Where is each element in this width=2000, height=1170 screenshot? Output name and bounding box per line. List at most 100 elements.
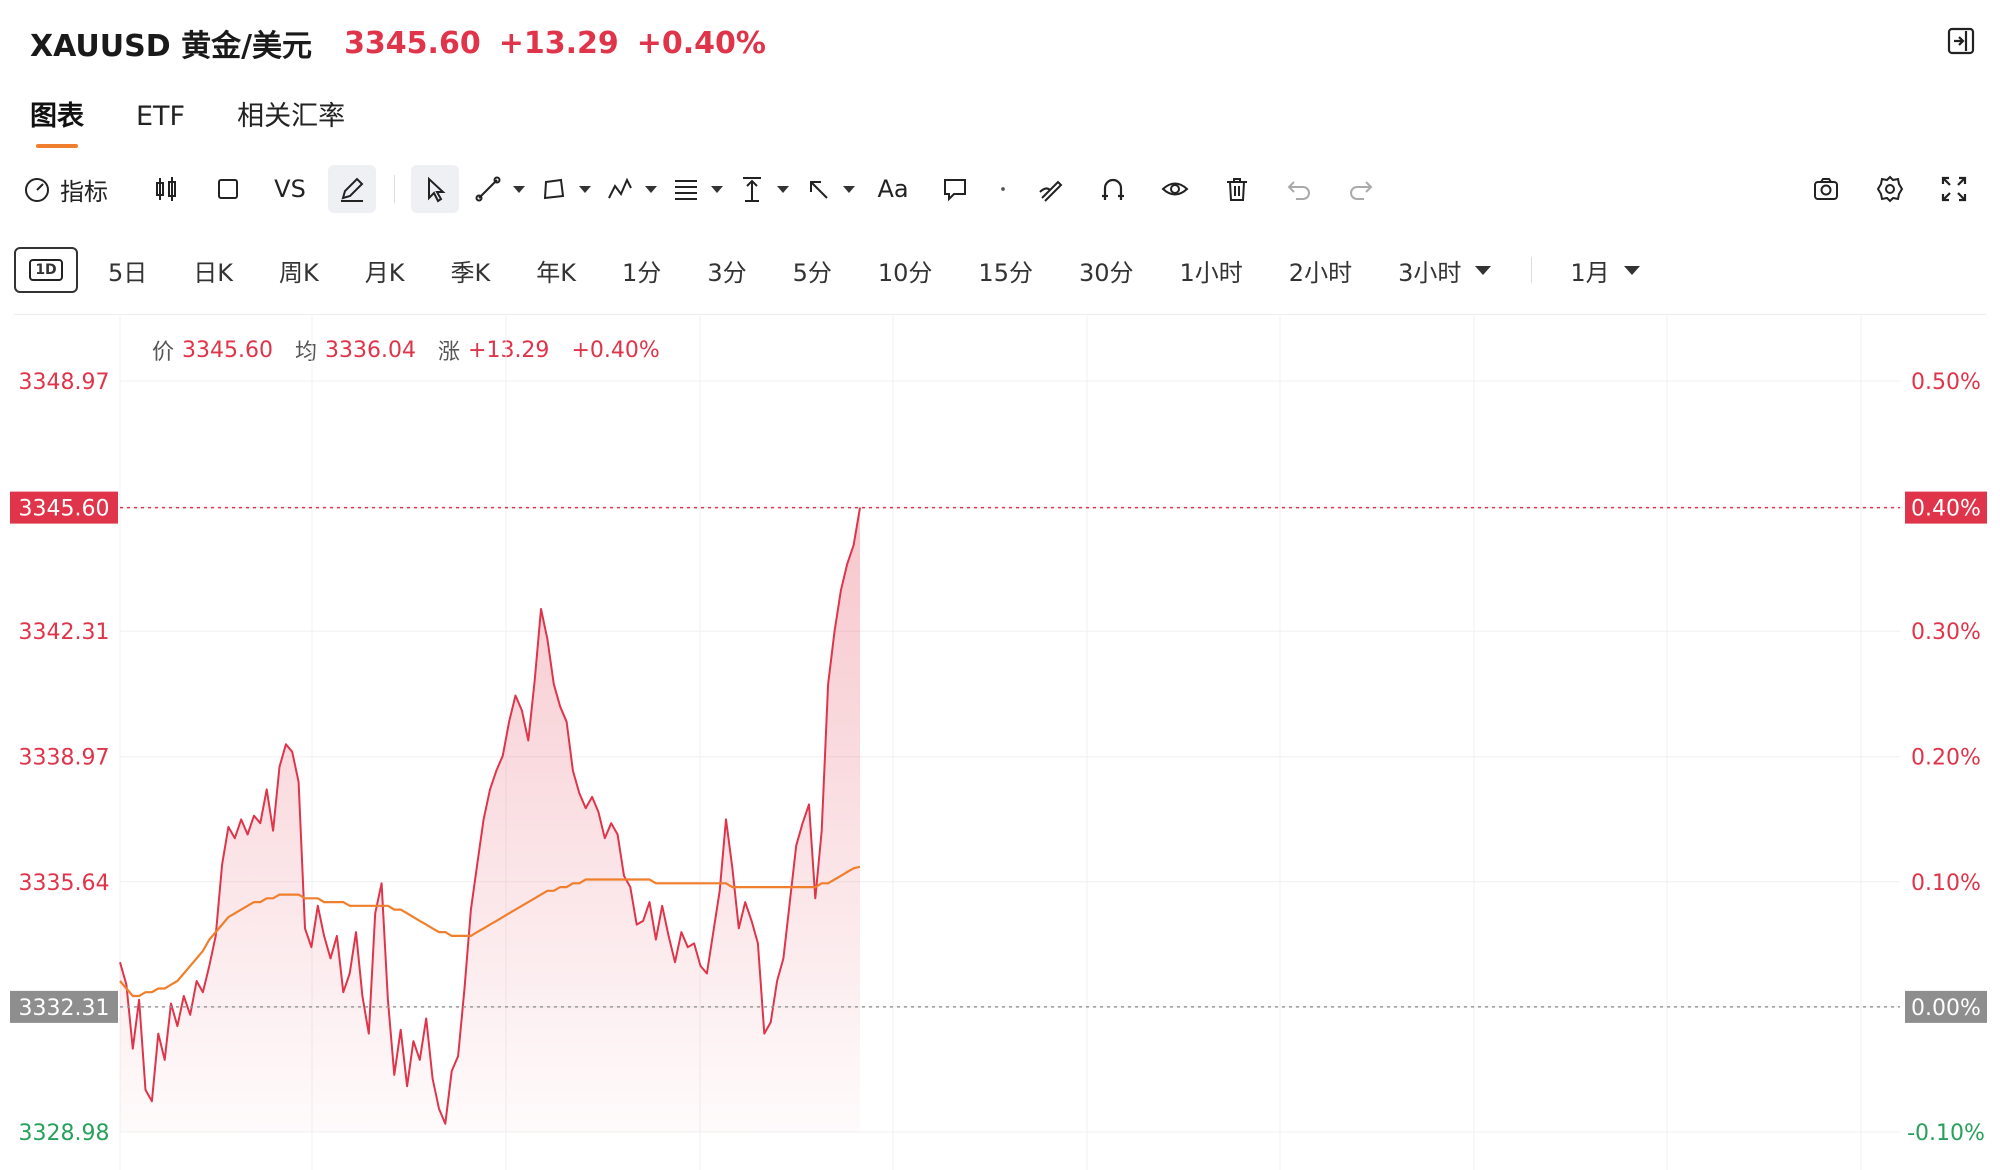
measure-icon [743, 177, 761, 202]
trend-line-tool[interactable] [473, 165, 525, 213]
settings-button[interactable] [1866, 165, 1914, 213]
period-10min[interactable]: 10分 [878, 253, 933, 288]
draw-toggle-button[interactable] [328, 165, 376, 213]
gauge-icon [25, 178, 49, 202]
cursor-tool[interactable] [411, 165, 459, 213]
undo-button[interactable] [1275, 165, 1323, 213]
intraday-badge: 1D [29, 259, 63, 281]
chevron-down-icon [579, 185, 591, 193]
period-2h[interactable]: 2小时 [1289, 253, 1352, 288]
quote-header: XAUUSD 黄金/美元 3345.60 +13.29 +0.40% [30, 18, 766, 68]
shape-tool[interactable] [539, 165, 591, 213]
delete-tool[interactable] [1213, 165, 1261, 213]
square-icon [218, 179, 238, 199]
tab-related-fx[interactable]: 相关汇率 [237, 92, 345, 142]
symbol-title: XAUUSD 黄金/美元 [30, 29, 313, 64]
dot-icon [1001, 187, 1005, 191]
vs-label: VS [274, 175, 306, 203]
period-1h[interactable]: 1小时 [1180, 253, 1243, 288]
chevron-down-icon [1475, 265, 1492, 275]
collapse-panel-icon [1947, 27, 1975, 55]
y-axis-label-left: 3332.31 [19, 996, 110, 1021]
comment-icon [944, 179, 966, 202]
period-30min[interactable]: 30分 [1079, 253, 1134, 288]
arrow-icon [810, 181, 828, 199]
redo-icon [1350, 181, 1373, 200]
pattern-icon [608, 177, 632, 199]
indicator-label: 指标 [60, 177, 108, 206]
brush-tool[interactable] [1027, 165, 1075, 213]
indicator-button[interactable]: 指标 [22, 165, 108, 213]
period-3h-label: 3小时 [1398, 258, 1462, 287]
drawing-toolbar: 指标 VS Aa [22, 162, 1978, 216]
period-bar: 1D 5日 日K 周K 月K 季K 年K 1分 3分 5分 10分 15分 30… [14, 246, 1686, 294]
collapse-panel-button[interactable] [1944, 24, 1978, 58]
text-icon: Aa [877, 175, 909, 203]
y-axis-label-right: 0.00% [1911, 996, 1981, 1021]
arrow-tool[interactable] [803, 165, 855, 213]
shape-icon [543, 178, 565, 200]
period-15min[interactable]: 15分 [978, 253, 1033, 288]
period-quarter[interactable]: 季K [451, 253, 491, 288]
chevron-down-icon [843, 185, 855, 193]
period-week[interactable]: 周K [279, 253, 319, 288]
fullscreen-icon [1941, 176, 1967, 202]
y-axis-label-left: 3338.97 [19, 746, 110, 771]
main-tabs: 图表 ETF 相关汇率 [30, 92, 397, 152]
price-chart[interactable]: 3348.97 3345.60 3342.31 3338.97 3335.64 3332.… [0, 316, 2000, 1170]
dot-tool[interactable] [993, 165, 1013, 213]
period-5min[interactable]: 5分 [793, 253, 832, 288]
y-axis-label-right: 0.40% [1911, 497, 1981, 522]
intraday-button[interactable]: 1D [14, 247, 78, 293]
price-area-fill [120, 507, 860, 1133]
y-axis-label-left: 3345.60 [19, 497, 110, 522]
magnet-tool[interactable] [1089, 165, 1137, 213]
period-month[interactable]: 月K [365, 253, 405, 288]
visibility-tool[interactable] [1151, 165, 1199, 213]
comment-tool[interactable] [931, 165, 979, 213]
toolbar-right-group [1786, 162, 1978, 216]
magnet-icon [1102, 178, 1124, 200]
period-1min[interactable]: 1分 [622, 253, 661, 288]
trash-icon [1227, 178, 1247, 201]
period-day[interactable]: 日K [193, 253, 233, 288]
period-bar-border [14, 314, 1986, 315]
y-axis-label-right: 0.10% [1911, 871, 1981, 896]
text-tool[interactable]: Aa [869, 165, 917, 213]
y-axis-label-right: 0.50% [1911, 370, 1981, 395]
price-change-pct: +0.40% [636, 25, 766, 61]
y-axis-label-right: 0.20% [1911, 746, 1981, 771]
last-price: 3345.60 [344, 25, 481, 61]
brush-icon [1039, 180, 1063, 202]
period-divider [1531, 257, 1533, 283]
screenshot-button[interactable] [1802, 165, 1850, 213]
camera-icon [1814, 178, 1838, 200]
eye-icon [1161, 182, 1189, 196]
measure-tool[interactable] [737, 165, 789, 213]
range-label: 1月 [1570, 258, 1610, 287]
fib-tool[interactable] [671, 165, 723, 213]
pattern-tool[interactable] [605, 165, 657, 213]
period-5d[interactable]: 5日 [108, 253, 147, 288]
gear-icon [1876, 175, 1904, 203]
period-3h-dropdown[interactable]: 3小时 [1398, 253, 1492, 288]
range-dropdown[interactable]: 1月 [1570, 253, 1640, 288]
candlestick-button[interactable] [142, 165, 190, 213]
rectangle-button[interactable] [204, 165, 252, 213]
redo-button[interactable] [1337, 165, 1385, 213]
chevron-down-icon [645, 185, 657, 193]
vs-compare-button[interactable]: VS [266, 165, 314, 213]
chevron-down-icon [711, 185, 723, 193]
y-axis-label-left: 3328.98 [19, 1121, 110, 1146]
fullscreen-button[interactable] [1930, 165, 1978, 213]
undo-icon [1287, 181, 1310, 200]
tab-chart[interactable]: 图表 [30, 92, 84, 148]
pen-icon [341, 177, 364, 202]
period-year[interactable]: 年K [536, 253, 576, 288]
y-axis-label-left: 3335.64 [19, 871, 110, 896]
tab-etf[interactable]: ETF [136, 92, 185, 142]
candlestick-icon [156, 177, 176, 201]
chevron-down-icon [513, 185, 525, 193]
toolbar-divider [394, 175, 395, 203]
period-3min[interactable]: 3分 [707, 253, 746, 288]
